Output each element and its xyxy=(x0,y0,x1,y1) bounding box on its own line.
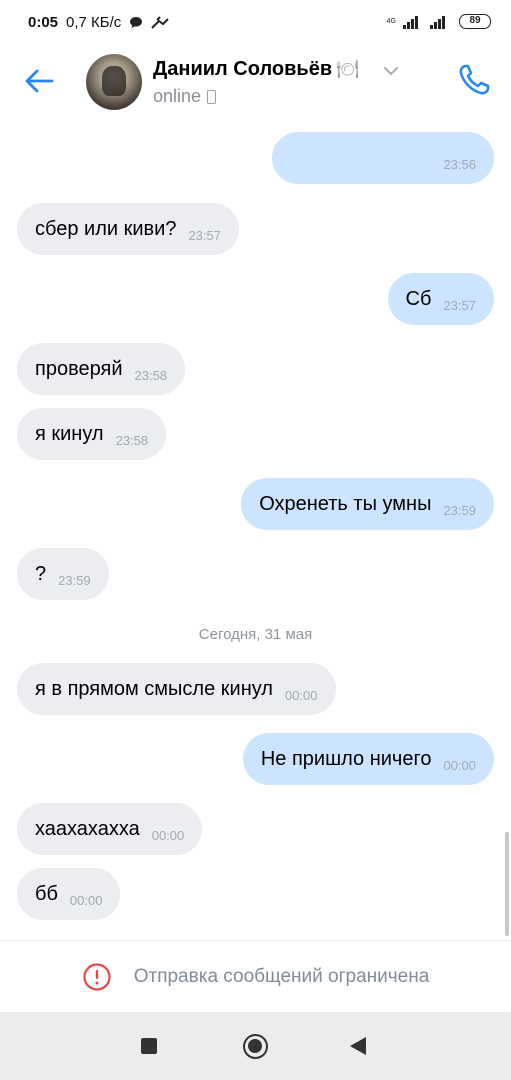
message-time: 23:58 xyxy=(134,367,168,383)
battery-icon: 89 xyxy=(459,14,491,29)
message-time: 00:00 xyxy=(69,892,103,908)
signal-icon xyxy=(403,15,418,29)
message-text: я кинул xyxy=(35,422,104,445)
message-bubble-in[interactable]: я кинул 23:58 xyxy=(17,408,167,460)
status-time: 0:05 xyxy=(28,14,59,31)
message-time: 23:56 xyxy=(443,156,476,172)
message-text: Сб xyxy=(405,287,432,310)
home-icon[interactable] xyxy=(243,1034,268,1059)
message-bubble-in[interactable]: хаахахахха 00:00 xyxy=(17,803,203,855)
message-text: проверяй xyxy=(35,357,123,380)
message-bubble-out[interactable]: Охренеть ты умны 23:59 xyxy=(241,478,494,530)
status-speed: 0,7 КБ/с xyxy=(66,14,122,31)
message-bubble-out[interactable]: 23:56 xyxy=(272,132,494,184)
back-arrow-icon[interactable] xyxy=(22,64,56,98)
back-triangle-icon[interactable] xyxy=(350,1037,366,1055)
message-text: я в прямом смысле кинул xyxy=(35,677,273,700)
status-bar: 0:05 0,7 КБ/с 4G 89 xyxy=(0,0,511,46)
chevron-down-icon[interactable] xyxy=(382,65,400,77)
chat-header: Даниил Соловьёв 🍽 online xyxy=(0,46,511,118)
message-time: 00:00 xyxy=(151,827,185,843)
network-type: 4G xyxy=(386,18,396,25)
message-time: 23:59 xyxy=(443,502,476,518)
scrollbar[interactable] xyxy=(505,832,509,936)
restriction-text: Отправка сообщений ограничена xyxy=(133,965,430,987)
system-nav-bar xyxy=(0,1012,511,1080)
message-time: 23:58 xyxy=(115,432,149,448)
message-text: бб xyxy=(35,882,58,905)
contact-name-wrap[interactable]: Даниил Соловьёв 🍽 xyxy=(153,58,359,81)
restriction-bar: Отправка сообщений ограничена xyxy=(0,940,511,1012)
mobile-device-icon xyxy=(207,89,217,104)
contact-name[interactable]: Даниил Соловьёв xyxy=(153,58,332,81)
message-time: 23:59 xyxy=(58,572,91,588)
message-bubble-in[interactable]: сбер или киви? 23:57 xyxy=(17,203,239,255)
plate-icon: 🍽 xyxy=(336,59,359,79)
message-bubble-in[interactable]: ? 23:59 xyxy=(17,548,109,600)
message-time: 00:00 xyxy=(443,757,476,773)
recent-apps-icon[interactable] xyxy=(141,1038,157,1054)
message-time: 23:57 xyxy=(443,297,476,313)
status-right: 4G 89 xyxy=(387,14,491,29)
phone-icon[interactable] xyxy=(454,60,494,100)
message-text: хаахахахха xyxy=(35,817,140,840)
message-text: сбер или киви? xyxy=(35,217,177,240)
message-time: 00:00 xyxy=(284,687,318,703)
bird-icon xyxy=(151,15,170,29)
message-bubble-in[interactable]: я в прямом смысле кинул 00:00 xyxy=(17,663,336,715)
online-status: online xyxy=(153,86,202,106)
date-separator: Сегодня, 31 мая xyxy=(198,626,313,643)
message-list[interactable]: 23:56 сбер или киви? 23:57 Сб 23:57 пров… xyxy=(0,118,511,940)
message-bubble-out[interactable]: Не пришло ничего 00:00 xyxy=(242,733,494,785)
avatar[interactable] xyxy=(86,54,142,110)
message-text: Не пришло ничего xyxy=(260,747,432,770)
status-left: 0:05 0,7 КБ/с xyxy=(28,14,170,31)
signal-icon-2 xyxy=(430,15,445,29)
chat-bubble-icon xyxy=(130,17,143,28)
message-bubble-in[interactable]: бб 00:00 xyxy=(17,868,121,920)
message-bubble-in[interactable]: проверяй 23:58 xyxy=(17,343,186,395)
message-time: 23:57 xyxy=(188,227,221,243)
warning-circle-icon xyxy=(83,962,111,991)
message-bubble-out[interactable]: Сб 23:57 xyxy=(387,273,494,325)
message-text: ? xyxy=(35,562,47,585)
message-text: Охренеть ты умны xyxy=(259,492,432,515)
presence-status: online xyxy=(153,86,217,107)
